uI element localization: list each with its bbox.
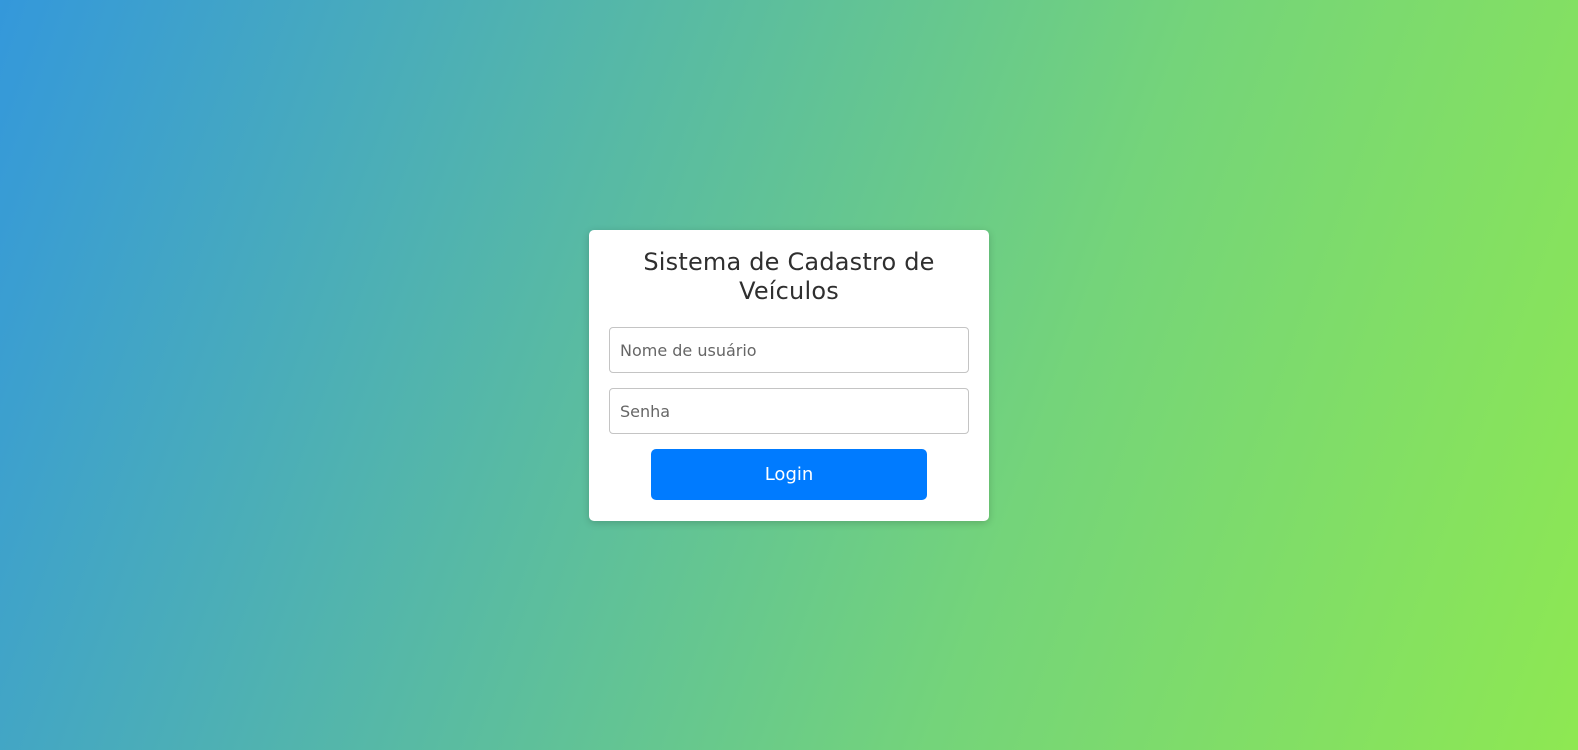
- login-page: { "login": { "title": "Sistema de Cadast…: [0, 0, 1578, 750]
- page-title: Sistema de Cadastro de Veículos: [643, 248, 935, 305]
- username-input[interactable]: [609, 327, 969, 373]
- login-card: Sistema de Cadastro de Veículos Login: [589, 230, 989, 521]
- login-form: Login: [609, 327, 969, 500]
- login-button[interactable]: Login: [651, 449, 927, 500]
- password-input[interactable]: [609, 388, 969, 434]
